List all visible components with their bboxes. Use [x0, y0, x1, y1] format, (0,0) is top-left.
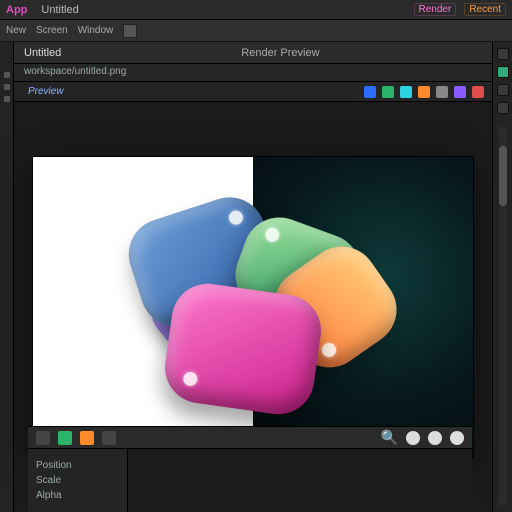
tool-screen[interactable]: Screen — [36, 25, 68, 36]
bottom-panel: Position Scale Alpha — [28, 448, 472, 512]
swatch-icon[interactable] — [400, 86, 412, 98]
canvas — [33, 157, 473, 457]
avatar[interactable] — [450, 431, 464, 445]
status-icon[interactable] — [102, 431, 116, 445]
canvas-toolbar: Preview — [14, 82, 492, 102]
gutter-button-icon[interactable] — [497, 48, 509, 60]
right-gutter — [492, 42, 512, 512]
avatar[interactable] — [406, 431, 420, 445]
swatch-icon[interactable] — [454, 86, 466, 98]
panel-row-label: Alpha — [36, 490, 119, 501]
logo-piece-pink — [160, 279, 325, 419]
swatch-icon[interactable] — [418, 86, 430, 98]
gutter-button-icon[interactable] — [497, 102, 509, 114]
menu-bar: App Untitled Render Recent — [0, 0, 512, 20]
app-brand: App — [6, 4, 27, 16]
status-icon[interactable] — [80, 431, 94, 445]
tool-chip-icon[interactable] — [123, 24, 137, 38]
panel-content[interactable] — [128, 449, 472, 512]
gutter-marker — [4, 84, 10, 90]
tag-render[interactable]: Render — [414, 3, 457, 16]
avatar[interactable] — [428, 431, 442, 445]
tag-recent[interactable]: Recent — [464, 3, 506, 16]
menu-item-file[interactable]: Untitled — [41, 4, 78, 16]
tab-secondary[interactable]: Render Preview — [241, 47, 319, 59]
swatch-icon[interactable] — [472, 86, 484, 98]
status-icon[interactable] — [58, 431, 72, 445]
gutter-marker — [4, 96, 10, 102]
status-bar: 🔍 — [28, 426, 472, 448]
swatch-icon[interactable] — [364, 86, 376, 98]
swatch-icon[interactable] — [382, 86, 394, 98]
swirl-logo — [123, 197, 383, 417]
gutter-button-icon[interactable] — [497, 66, 509, 78]
status-icon[interactable] — [36, 431, 50, 445]
toolstrip: New Screen Window — [0, 20, 512, 42]
canvas-hint: Preview — [22, 86, 64, 97]
scrollbar-track[interactable] — [499, 126, 507, 506]
scrollbar-thumb[interactable] — [499, 146, 507, 206]
gutter-button-icon[interactable] — [497, 84, 509, 96]
tab-row: Untitled Render Preview — [14, 42, 492, 64]
canvas-viewport[interactable]: 🔍 Position Scale Alpha — [14, 102, 492, 512]
tab-active[interactable]: Untitled — [24, 47, 61, 59]
gutter-marker — [4, 72, 10, 78]
tool-new[interactable]: New — [6, 25, 26, 36]
panel-row-label: Position — [36, 460, 119, 471]
search-icon[interactable]: 🔍 — [381, 429, 398, 446]
panel-row-label: Scale — [36, 475, 119, 486]
left-gutter — [0, 42, 14, 512]
tool-window[interactable]: Window — [78, 25, 114, 36]
panel-labels: Position Scale Alpha — [28, 449, 128, 512]
breadcrumb: workspace/untitled.png — [14, 64, 492, 82]
swatch-icon[interactable] — [436, 86, 448, 98]
